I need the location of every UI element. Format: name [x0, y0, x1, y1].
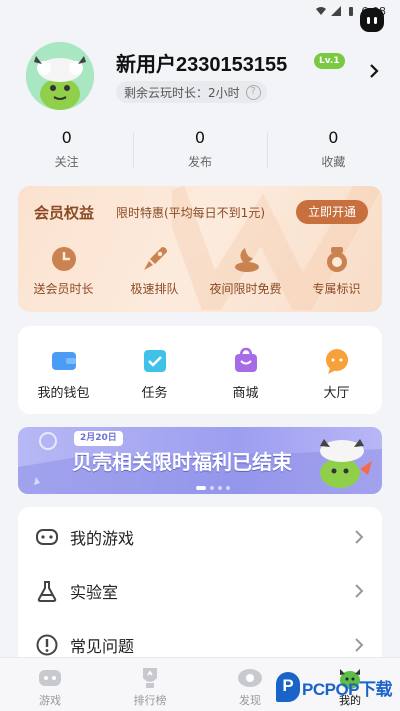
shop-bag-icon [234, 347, 257, 372]
vip-subtitle: 限时特惠(平均每日不到1元) [116, 206, 265, 220]
menu-item-lab[interactable]: 实验室 [18, 563, 382, 619]
mascot-avatar-icon [26, 42, 94, 110]
medal-icon [326, 247, 347, 272]
stat-value: 0 [194, 128, 206, 147]
menu-list: 我的游戏 实验室 常见问题 [18, 507, 382, 667]
quick-link-hall[interactable]: 大厅 [291, 346, 382, 414]
moon-cloud-icon [234, 248, 259, 272]
carousel-dots [196, 486, 230, 490]
trophy-tab-icon [143, 668, 157, 688]
chevron-right-icon [355, 584, 364, 598]
quick-links-card: 我的钱包 任务 商城 大厅 [18, 326, 382, 414]
quick-link-wallet[interactable]: 我的钱包 [18, 346, 109, 414]
profile-header[interactable]: 新用户2330153155 Lv.1 剩余云玩时长：2小时 ? [0, 36, 400, 116]
stat-following[interactable]: 0 关注 [0, 128, 133, 176]
flask-icon [37, 581, 57, 602]
signal-icon [331, 6, 342, 16]
quick-link-label: 我的钱包 [37, 386, 90, 401]
vip-benefit-label: 送会员时长 [33, 282, 94, 296]
gamepad-icon [36, 529, 58, 545]
vip-title: 会员权益 [34, 204, 95, 222]
vip-benefit-label: 极速排队 [130, 282, 179, 296]
promo-banner[interactable]: 2月20日 贝壳相关限时福利已结束 [18, 427, 382, 494]
mascot-illustration [320, 439, 372, 488]
stat-label: 收藏 [321, 155, 346, 169]
task-check-icon [143, 350, 166, 372]
quick-link-label: 商城 [232, 386, 259, 401]
wallet-icon [51, 352, 76, 370]
battery-icon [349, 7, 354, 16]
tab-label: 游戏 [39, 694, 61, 707]
vip-benefit-label: 夜间限时免费 [209, 282, 282, 296]
chat-bubble-icon [325, 349, 348, 374]
clock-icon [51, 247, 76, 271]
vip-benefits-card[interactable]: 会员权益 限时特惠(平均每日不到1元) 立即开通 送会员时长 极速排队 夜间限时… [18, 186, 382, 312]
menu-item-label: 常见问题 [70, 637, 135, 656]
message-icon[interactable] [360, 8, 384, 32]
level-badge: Lv.1 [314, 53, 345, 69]
vip-benefit-label: 专属标识 [312, 282, 361, 296]
stat-label: 发布 [187, 155, 212, 169]
menu-item-label: 实验室 [70, 583, 119, 602]
vip-benefit-item[interactable]: 极速排队 [109, 244, 200, 297]
stat-posts[interactable]: 0 发布 [133, 128, 266, 176]
quick-link-label: 任务 [141, 386, 168, 401]
menu-item-my-games[interactable]: 我的游戏 [18, 509, 382, 565]
rocket-icon [143, 247, 167, 270]
chevron-right-icon [355, 638, 364, 652]
avatar[interactable] [26, 42, 94, 110]
quick-link-label: 大厅 [323, 386, 350, 401]
tab-label: 排行榜 [133, 694, 167, 707]
stat-value: 0 [328, 128, 339, 147]
wifi-icon [316, 7, 327, 15]
username: 新用户2330153155 [116, 54, 288, 76]
vip-benefit-item[interactable]: 专属标识 [291, 244, 382, 297]
question-icon [36, 634, 58, 656]
quick-link-tasks[interactable]: 任务 [109, 346, 200, 414]
stat-label: 关注 [54, 155, 79, 169]
vip-benefit-list: 送会员时长 极速排队 夜间限时免费 专属标识 [18, 244, 382, 297]
quick-link-shop[interactable]: 商城 [200, 346, 291, 414]
watermark-logo: P PCPOP下载 [276, 672, 393, 702]
gamepad-tab-icon [39, 670, 61, 686]
playtime-pill[interactable]: 剩余云玩时长：2小时 ? [116, 81, 267, 103]
vip-open-button[interactable]: 立即开通 [296, 200, 368, 224]
banner-title: 贝壳相关限时福利已结束 [72, 450, 292, 474]
playtime-text: 剩余云玩时长：2小时 [124, 85, 240, 100]
tab-games[interactable]: 游戏 [0, 658, 100, 711]
watermark-icon: P [276, 672, 300, 702]
tab-ranking[interactable]: 排行榜 [100, 658, 200, 711]
chevron-right-icon[interactable] [368, 64, 380, 78]
eye-tab-icon [238, 669, 262, 687]
tab-label: 发现 [239, 694, 261, 707]
stat-value: 0 [61, 128, 72, 147]
vip-benefit-item[interactable]: 夜间限时免费 [200, 244, 291, 297]
vip-benefit-item[interactable]: 送会员时长 [18, 244, 109, 297]
stats-row: 0 关注 0 发布 0 收藏 [0, 128, 400, 176]
menu-item-label: 我的游戏 [70, 529, 135, 548]
banner-date-tag: 2月20日 [74, 431, 123, 446]
status-bar: 6:08 [0, 0, 400, 22]
help-icon[interactable]: ? [245, 84, 261, 100]
watermark-text: PCPOP下载 [302, 679, 393, 699]
stat-favorites[interactable]: 0 收藏 [266, 128, 400, 176]
chevron-right-icon [355, 530, 364, 544]
